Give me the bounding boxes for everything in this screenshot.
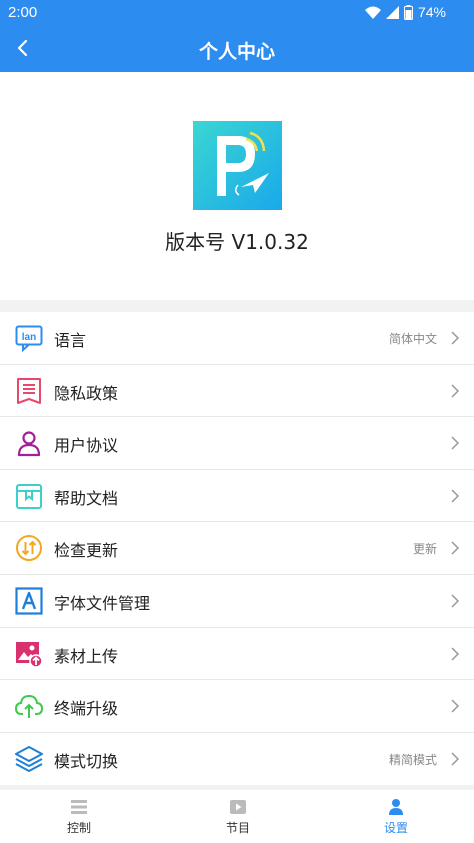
battery-level: 74%: [417, 4, 446, 20]
menu-item-help-doc[interactable]: 帮助文档: [0, 470, 474, 523]
user-agreement-icon: [17, 431, 41, 457]
menu-item-label: 终端升级: [54, 699, 119, 719]
menu-item-terminal-upgrade[interactable]: 终端升级: [0, 680, 474, 733]
tab-settings[interactable]: 设置: [356, 798, 436, 836]
settings-menu: lan 语言 简体中文 隐私政策 用户协议 帮助文档 检查更新 更新 字体文件管…: [0, 312, 474, 786]
menu-item-privacy[interactable]: 隐私政策: [0, 365, 474, 418]
menu-item-label: 隐私政策: [54, 383, 119, 403]
svg-text:lan: lan: [22, 332, 36, 343]
cloud-upload-icon: [15, 695, 43, 719]
tab-control[interactable]: 控制: [39, 798, 119, 836]
status-time: 2:00: [8, 4, 38, 21]
menu-item-value: 更新: [412, 542, 437, 557]
signal-icon: [385, 5, 399, 19]
chevron-right-icon: [451, 647, 460, 661]
chevron-right-icon: [451, 541, 460, 555]
chevron-right-icon: [451, 436, 460, 450]
app-logo: [193, 121, 282, 210]
menu-item-material-upload[interactable]: 素材上传: [0, 628, 474, 681]
status-icons: 74%: [364, 4, 446, 20]
play-icon: [230, 800, 246, 814]
menu-item-label: 素材上传: [54, 646, 119, 666]
font-icon: [15, 587, 43, 615]
menu-item-label: 帮助文档: [54, 488, 119, 508]
menu-item-label: 模式切换: [54, 751, 119, 771]
profile-section: 版本号 V1.0.32: [0, 72, 474, 300]
help-doc-icon: [16, 483, 42, 509]
menu-item-value: 精简模式: [388, 752, 437, 767]
menu-item-check-update[interactable]: 检查更新 更新: [0, 522, 474, 575]
privacy-icon: [17, 377, 41, 404]
battery-icon: [403, 4, 413, 20]
chevron-right-icon: [451, 699, 460, 713]
layers-icon: [15, 745, 43, 772]
menu-item-value: 简体中文: [388, 332, 437, 346]
menu-item-font-management[interactable]: 字体文件管理: [0, 575, 474, 628]
version-text: 版本号 V1.0.32: [165, 230, 309, 254]
chevron-right-icon: [451, 489, 460, 503]
menu-item-label: 检查更新: [54, 541, 119, 561]
chevron-right-icon: [451, 384, 460, 398]
image-upload-icon: [16, 641, 43, 668]
user-icon: [389, 799, 403, 815]
bottom-tab-bar: 控制 节目 设置: [0, 790, 474, 843]
chevron-right-icon: [451, 752, 460, 766]
app-bar: 个人中心: [0, 26, 474, 72]
chevron-right-icon: [451, 594, 460, 608]
tab-program[interactable]: 节目: [198, 798, 278, 836]
language-icon: lan: [15, 325, 43, 352]
tab-label: 设置: [383, 821, 408, 835]
menu-item-user-agreement[interactable]: 用户协议: [0, 417, 474, 470]
update-icon: [16, 535, 42, 562]
tab-label: 控制: [66, 821, 91, 835]
tab-label: 节目: [225, 821, 250, 835]
chevron-right-icon: [451, 331, 460, 345]
menu-item-language[interactable]: lan 语言 简体中文: [0, 312, 474, 365]
wifi-icon: [364, 6, 381, 19]
page-title: 个人中心: [198, 41, 275, 63]
menu-item-label: 用户协议: [54, 436, 119, 456]
menu-item-label: 字体文件管理: [54, 593, 151, 613]
menu-item-label: 语言: [54, 331, 87, 350]
list-icon: [71, 800, 87, 814]
status-bar: 2:00 74%: [0, 0, 474, 26]
menu-item-mode-switch[interactable]: 模式切换 精简模式: [0, 733, 474, 786]
